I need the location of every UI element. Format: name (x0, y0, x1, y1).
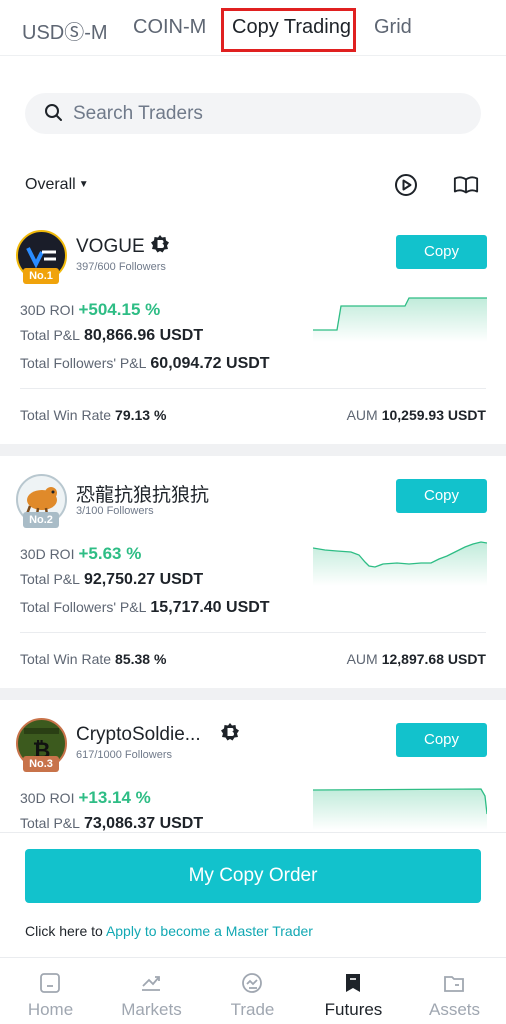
trader-name: CryptoSoldie... (76, 724, 201, 745)
copy-button[interactable]: Copy (396, 235, 487, 269)
rank-badge: No.1 (23, 268, 59, 284)
pnl-label: Total P&L (20, 571, 80, 587)
followers-pnl-value: 60,094.72 USDT (150, 355, 270, 372)
roi-sparkline (313, 788, 487, 830)
rank-badge: No.3 (23, 756, 59, 772)
win-rate: Total Win Rate 85.38 % (20, 651, 166, 667)
roi-row: 30D ROI +13.14 % (20, 788, 151, 808)
pnl-label: Total P&L (20, 815, 80, 831)
win-rate: Total Win Rate 79.13 % (20, 407, 166, 423)
chevron-down-icon: ▼ (78, 179, 89, 190)
card-separator (0, 688, 506, 700)
trader-card[interactable]: ₿ No.3 CryptoSoldie... 617/1000 Follower… (0, 712, 506, 832)
copy-button[interactable]: Copy (396, 479, 487, 513)
roi-value: +5.63 % (78, 544, 142, 563)
card-separator (0, 444, 506, 456)
assets-icon (444, 976, 464, 992)
tab-highlight-box (221, 8, 356, 52)
search-input[interactable] (73, 93, 463, 134)
pnl-row: Total P&L 92,750.27 USDT (20, 571, 203, 589)
followers-pnl-row: Total Followers' P&L 60,094.72 USDT (20, 355, 270, 373)
aum-value: 12,897.68 USDT (381, 651, 486, 667)
tab-usds-m[interactable]: USDⓈ-M (22, 16, 108, 45)
aum: AUM 10,259.93 USDT (347, 407, 486, 423)
followers-pnl-row: Total Followers' P&L 15,717.40 USDT (20, 599, 270, 617)
bottom-action-panel: My Copy Order Click here to Apply to bec… (0, 832, 506, 957)
tab-grid[interactable]: Grid (374, 16, 412, 39)
trade-icon (242, 973, 262, 993)
pnl-value: 80,866.96 USDT (83, 327, 204, 344)
rank-badge: No.2 (23, 512, 59, 528)
verified-badge-icon (151, 235, 169, 253)
bottom-nav: Home Markets Trade Futures Assets (0, 957, 506, 1024)
aum-label: AUM (346, 407, 378, 423)
nav-futures-label: Futures (324, 1000, 383, 1019)
search-bar[interactable] (25, 93, 481, 134)
pnl-row: Total P&L 80,866.96 USDT (20, 327, 203, 345)
guide-book-icon[interactable] (453, 172, 479, 198)
pnl-value: 92,750.27 USDT (83, 571, 204, 588)
followers-count: 617/1000 Followers (76, 749, 173, 761)
trader-card[interactable]: No.2 恐龍抗狼抗狼抗 3/100 Followers Copy 30D RO… (0, 468, 506, 700)
copy-button[interactable]: Copy (396, 723, 487, 757)
aum-label: AUM (346, 651, 378, 667)
my-copy-order-button[interactable]: My Copy Order (25, 849, 481, 903)
filter-label: Overall (25, 176, 76, 193)
win-rate-label: Total Win Rate (20, 651, 112, 667)
search-icon (45, 104, 62, 121)
home-icon (40, 973, 60, 993)
nav-markets-label: Markets (121, 1000, 182, 1019)
win-rate-value: 79.13 % (115, 407, 167, 423)
nav-home-label: Home (27, 1000, 74, 1019)
followers-pnl-value: 15,717.40 USDT (150, 599, 270, 616)
nav-home[interactable]: Home (0, 958, 101, 1024)
pnl-value: 73,086.37 USDT (83, 815, 204, 832)
pnl-label: Total P&L (20, 327, 80, 343)
card-divider (20, 632, 486, 633)
aum-value: 10,259.93 USDT (381, 407, 486, 423)
nav-assets-label: Assets (428, 1000, 481, 1019)
followers-count: 397/600 Followers (76, 261, 166, 273)
trader-card[interactable]: No.1 VOGUE 397/600 Followers Copy 30D RO… (0, 224, 506, 456)
win-rate-label: Total Win Rate (20, 407, 112, 423)
overall-filter-dropdown[interactable]: Overall ▼ (25, 176, 89, 194)
roi-label: 30D ROI (20, 302, 75, 318)
roi-label: 30D ROI (20, 790, 75, 806)
aum: AUM 12,897.68 USDT (347, 651, 486, 667)
trader-name: 恐龍抗狼抗狼抗 (76, 485, 210, 506)
roi-value: +13.14 % (78, 788, 151, 807)
roi-row: 30D ROI +5.63 % (20, 544, 141, 564)
roi-sparkline (313, 541, 487, 586)
followers-pnl-label: Total Followers' P&L (20, 599, 147, 615)
apply-master-trader-text: Click here to Apply to become a Master T… (25, 923, 313, 939)
pnl-row: Total P&L 73,086.37 USDT (20, 815, 203, 832)
markets-icon (142, 976, 160, 991)
roi-value: +504.15 % (78, 300, 161, 319)
nav-trade-label: Trade (230, 1000, 275, 1019)
win-rate-value: 85.38 % (115, 651, 167, 667)
nav-futures[interactable]: Futures (303, 958, 404, 1024)
roi-sparkline (313, 297, 487, 342)
verified-badge-icon (221, 723, 239, 741)
play-tutorial-icon[interactable] (393, 172, 419, 198)
card-divider (20, 388, 486, 389)
nav-assets[interactable]: Assets (404, 958, 505, 1024)
apply-master-trader-link[interactable]: Apply to become a Master Trader (106, 923, 313, 939)
roi-row: 30D ROI +504.15 % (20, 300, 160, 320)
trader-name: VOGUE (76, 236, 145, 257)
futures-icon (346, 974, 360, 992)
roi-label: 30D ROI (20, 546, 75, 562)
nav-markets[interactable]: Markets (101, 958, 202, 1024)
apply-prefix: Click here to (25, 923, 103, 939)
tab-coin-m[interactable]: COIN-M (133, 16, 206, 39)
nav-trade[interactable]: Trade (202, 958, 303, 1024)
followers-count: 3/100 Followers (76, 505, 154, 517)
followers-pnl-label: Total Followers' P&L (20, 355, 147, 371)
futures-tab-bar: USDⓈ-M COIN-M Copy Trading Grid (0, 0, 506, 56)
